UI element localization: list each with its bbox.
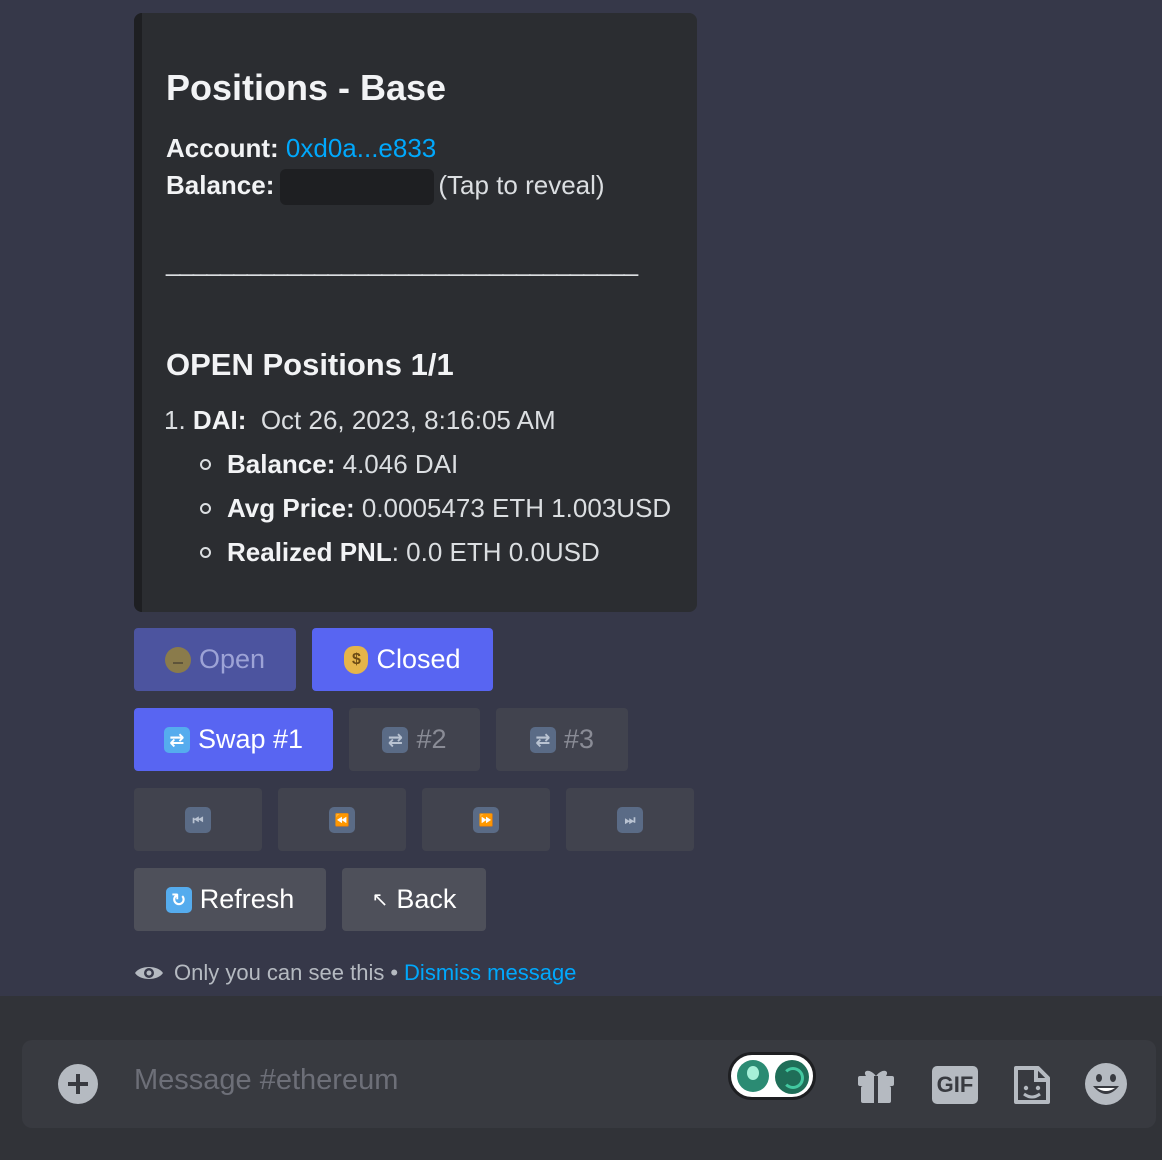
repeat-icon: ⇄ <box>382 726 409 753</box>
message-input[interactable]: Message #ethereum <box>134 1064 398 1097</box>
gif-button[interactable]: GIF <box>932 1066 978 1104</box>
detail-avg-price: Avg Price: 0.0005473 ETH 1.003USD <box>200 493 671 524</box>
last-page-icon: ⏭ <box>617 806 643 833</box>
position-item: 1. DAI: Oct 26, 2023, 8:16:05 AM <box>164 405 556 436</box>
add-attachment-icon[interactable] <box>58 1064 98 1104</box>
fast-forward-icon: ⏩ <box>473 806 499 833</box>
swap-2-label: #2 <box>416 724 447 754</box>
lightbulb-icon <box>737 1060 769 1092</box>
emoji-smile-icon[interactable] <box>1084 1062 1128 1106</box>
section-title: OPEN Positions 1/1 <box>166 347 454 382</box>
back-button[interactable]: ↖ Back <box>342 868 486 931</box>
embed-title: Positions - Base <box>166 67 447 108</box>
swap-2-button[interactable]: ⇄ #2 <box>349 708 480 771</box>
bullet-icon <box>200 502 211 514</box>
first-page-button[interactable]: ⏮ <box>134 788 262 851</box>
balance-spoiler[interactable] <box>280 169 435 205</box>
account-line: Account: 0xd0a...e833 <box>166 133 436 164</box>
position-index: 1. <box>164 405 186 435</box>
gift-icon[interactable] <box>856 1066 896 1104</box>
swap-3-label: #3 <box>563 724 595 754</box>
balance-hint: (Tap to reveal) <box>438 169 605 200</box>
account-link[interactable]: 0xd0a...e833 <box>286 133 436 163</box>
sticker-icon[interactable] <box>1012 1064 1052 1106</box>
next-page-button[interactable]: ⏩ <box>422 788 550 851</box>
detail-balance: Balance: 4.046 DAI <box>200 449 458 480</box>
bullet-icon <box>200 458 211 470</box>
balance-line: Balance: (Tap to reveal) <box>166 169 605 205</box>
loading-icon <box>775 1060 809 1094</box>
repeat-icon: ⇄ <box>529 726 556 753</box>
chat-area: Positions - Base Account: 0xd0a...e833 B… <box>0 0 1162 996</box>
swap-3-button[interactable]: ⇄ #3 <box>496 708 628 771</box>
closed-button-label: Closed <box>376 644 461 674</box>
separator-dot: • <box>390 960 399 985</box>
ephemeral-notice: Only you can see this • Dismiss message <box>134 957 576 989</box>
swap-1-button[interactable]: ⇄ Swap #1 <box>134 708 333 771</box>
position-token: DAI: <box>192 405 247 435</box>
last-page-button[interactable]: ⏭ <box>566 788 694 851</box>
detail-value: : 0.0 ETH 0.0USD <box>391 537 600 567</box>
refresh-button[interactable]: ↻ Refresh <box>134 868 326 931</box>
balance-label: Balance: <box>166 169 275 200</box>
open-button[interactable]: Open <box>134 628 296 691</box>
app-toggle[interactable] <box>728 1052 816 1100</box>
ephemeral-text: Only you can see this <box>174 960 385 985</box>
previous-page-button[interactable]: ⏪ <box>278 788 406 851</box>
back-label: Back <box>396 884 457 914</box>
refresh-icon: ↻ <box>165 886 192 913</box>
detail-label: Realized PNL <box>227 537 392 567</box>
positions-embed: Positions - Base Account: 0xd0a...e833 B… <box>134 13 697 612</box>
open-button-label: Open <box>198 644 266 674</box>
arrow-up-left-icon: ↖ <box>371 889 389 911</box>
swap-1-label: Swap #1 <box>197 724 304 754</box>
eye-icon <box>135 967 163 979</box>
money-bag-icon: $ <box>344 645 369 674</box>
detail-value: 0.0005473 ETH 1.003USD <box>361 493 672 523</box>
coin-icon <box>164 646 191 673</box>
detail-realized-pnl: Realized PNL: 0.0 ETH 0.0USD <box>200 537 600 568</box>
closed-button[interactable]: $ Closed <box>312 628 493 691</box>
bullet-icon <box>200 546 211 558</box>
account-label: Account: <box>166 133 279 163</box>
detail-value: 4.046 DAI <box>342 449 459 479</box>
first-page-icon: ⏮ <box>185 806 211 833</box>
position-timestamp: Oct 26, 2023, 8:16:05 AM <box>260 405 556 435</box>
embed-accent-bar <box>134 13 142 612</box>
message-composer: Message #ethereum GIF <box>22 1040 1156 1128</box>
composer-area: Message #ethereum GIF <box>0 996 1162 1160</box>
refresh-label: Refresh <box>199 884 295 914</box>
repeat-icon: ⇄ <box>163 726 190 753</box>
detail-label: Balance: <box>227 449 336 479</box>
dismiss-message-link[interactable]: Dismiss message <box>404 960 576 986</box>
divider-line: ___________________________________ <box>166 247 638 277</box>
detail-label: Avg Price: <box>227 493 355 523</box>
rewind-icon: ⏪ <box>329 806 355 833</box>
